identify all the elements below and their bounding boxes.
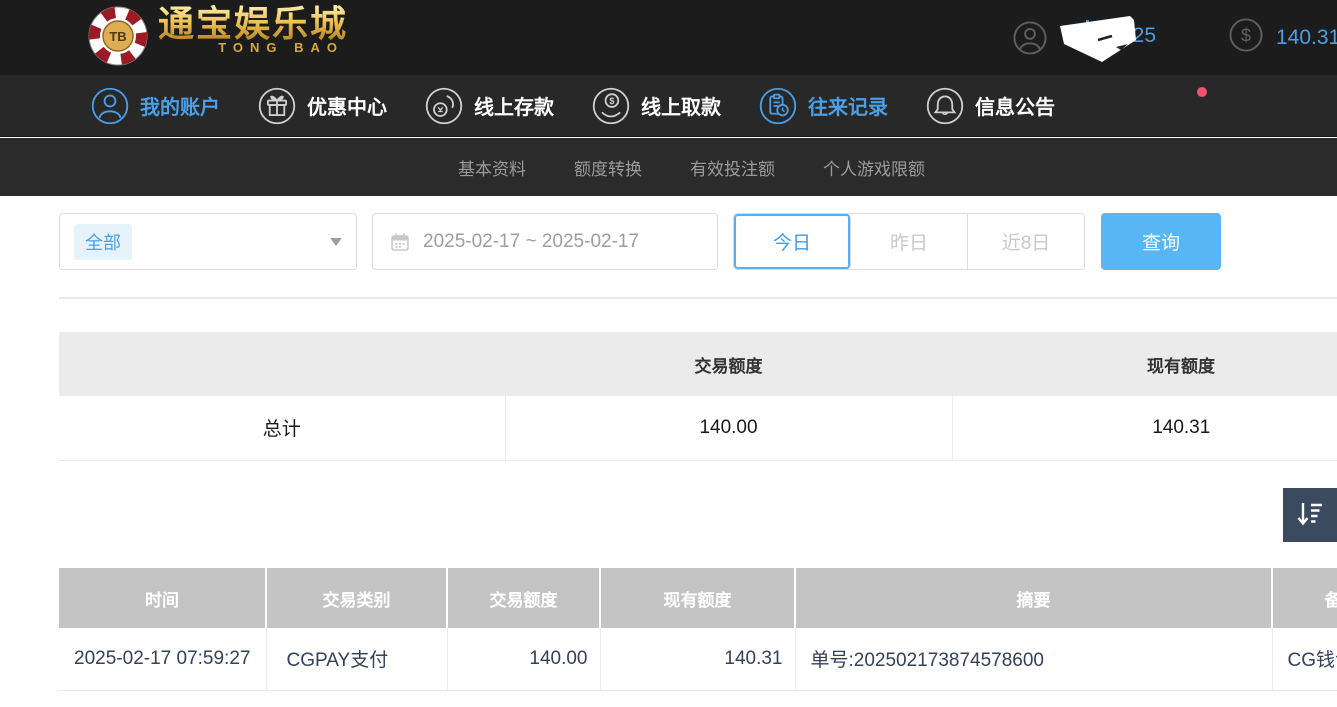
transactions-header-row: 时间 交易类别 交易额度 现有额度 摘要 备注: [59, 568, 1337, 628]
casino-chip-icon: TB: [86, 4, 150, 68]
nav-item-records[interactable]: 往来记录: [758, 86, 888, 126]
transactions-table: 时间 交易类别 交易额度 现有额度 摘要 备注 2025-02-17 07:59…: [59, 568, 1337, 691]
censor-scribble: [1058, 14, 1158, 68]
filter-row: 全部 2025-02-17 ~ 2025-02-17 今日 昨日 近8日 查询: [59, 213, 1221, 270]
summary-header-empty: [59, 332, 505, 396]
txn-header-remark: 备注: [1272, 568, 1337, 628]
txn-header-summary: 摘要: [795, 568, 1272, 628]
nav-item-withdraw[interactable]: $ 线上取款: [591, 86, 721, 126]
summary-header-current-balance: 现有额度: [952, 332, 1337, 396]
date-range-input[interactable]: 2025-02-17 ~ 2025-02-17: [372, 213, 718, 270]
nav-item-my-account[interactable]: 我的账户: [90, 86, 220, 126]
nav-item-deposit[interactable]: 线上存款: [424, 86, 554, 126]
quick-date-today-button[interactable]: 今日: [734, 214, 851, 269]
summary-current-balance: 140.31: [952, 396, 1337, 460]
subnav-item-game-limits[interactable]: 个人游戏限额: [823, 155, 925, 180]
transaction-type-select[interactable]: 全部: [59, 213, 357, 270]
summary-header-transaction-amount: 交易额度: [505, 332, 952, 396]
nav-item-announcements[interactable]: 信息公告: [925, 86, 1055, 126]
txn-header-type: 交易类别: [266, 568, 447, 628]
date-range-value: 2025-02-17 ~ 2025-02-17: [423, 231, 639, 253]
withdraw-hand-icon: $: [591, 86, 631, 126]
txn-header-time: 时间: [59, 568, 266, 628]
svg-text:$: $: [609, 96, 614, 106]
brand-name-cn: 通宝娱乐城: [158, 4, 348, 44]
txn-time: 2025-02-17 07:59:27: [59, 628, 266, 690]
summary-total-row: 总计 140.00 140.31: [59, 396, 1337, 460]
brand-name-en: TONG BAO: [218, 40, 348, 55]
svg-text:$: $: [1241, 26, 1251, 46]
txn-type: CGPAY支付: [266, 628, 447, 690]
deposit-coin-icon: [424, 86, 464, 126]
transaction-row: 2025-02-17 07:59:27 CGPAY支付 140.00 140.3…: [59, 628, 1337, 690]
summary-transaction-amount: 140.00: [505, 396, 952, 460]
subnav-item-basic-info[interactable]: 基本资料: [458, 155, 526, 180]
summary-header-row: 交易额度 现有额度: [59, 332, 1337, 396]
records-clipboard-icon: [758, 86, 798, 126]
nav-item-promotions[interactable]: 优惠中心: [257, 86, 387, 126]
sub-nav: 基本资料 额度转换 有效投注额 个人游戏限额: [0, 138, 1337, 196]
chevron-down-icon: [330, 238, 342, 246]
subnav-item-quota-transfer[interactable]: 额度转换: [574, 155, 642, 180]
query-button[interactable]: 查询: [1101, 213, 1221, 270]
brand-logo[interactable]: TB 通宝娱乐城 TONG BAO: [86, 4, 348, 68]
sort-descending-icon: [1293, 498, 1327, 532]
selected-type-tag: 全部: [74, 224, 132, 260]
balance-amount: 140.31 R: [1276, 26, 1337, 50]
txn-remark: CG钱包: [1272, 628, 1337, 690]
dollar-icon: $: [1228, 17, 1264, 53]
divider: [59, 297, 1337, 299]
gift-icon: [257, 86, 297, 126]
quick-date-last8days-button[interactable]: 近8日: [968, 214, 1084, 269]
summary-total-label: 总计: [59, 396, 505, 460]
summary-table: 交易额度 现有额度 总计 140.00 140.31: [59, 332, 1337, 461]
svg-text:TB: TB: [109, 29, 126, 44]
calendar-icon: [389, 231, 411, 253]
sort-descending-button[interactable]: [1283, 488, 1337, 542]
txn-amount: 140.00: [447, 628, 600, 690]
txn-header-amount: 交易额度: [447, 568, 600, 628]
txn-balance: 140.31: [600, 628, 795, 690]
bell-icon: [925, 86, 965, 126]
top-header: TB 通宝娱乐城 TONG BAO 25 $ 140: [0, 0, 1337, 75]
quick-date-group: 今日 昨日 近8日: [733, 213, 1085, 270]
user-icon: [90, 86, 130, 126]
quick-date-yesterday-button[interactable]: 昨日: [851, 214, 968, 269]
main-nav: 我的账户 优惠中心 线上存款 $ 线上取款: [0, 75, 1337, 137]
notification-dot: [1197, 87, 1207, 97]
subnav-item-valid-bets[interactable]: 有效投注额: [690, 155, 775, 180]
username[interactable]: 25: [1056, 8, 1156, 68]
txn-summary: 单号:202502173874578600: [795, 628, 1272, 690]
user-icon[interactable]: [1012, 20, 1048, 56]
txn-header-balance: 现有额度: [600, 568, 795, 628]
